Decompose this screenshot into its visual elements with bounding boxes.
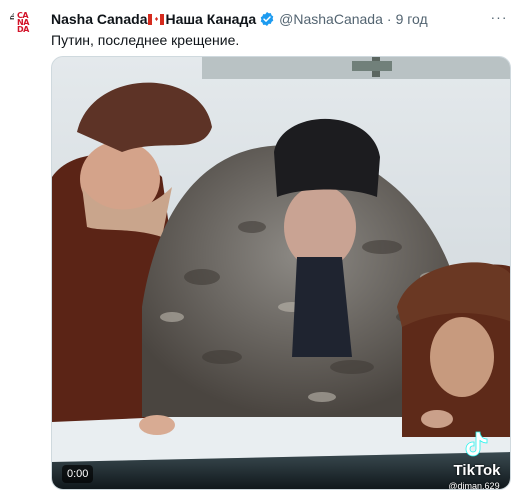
display-name-ru[interactable]: Наша Канада xyxy=(165,11,256,27)
handle[interactable]: @NashaCanada xyxy=(279,11,383,27)
tiktok-username: @diman.629 xyxy=(448,481,500,490)
timestamp-link[interactable]: 9 год xyxy=(396,11,428,27)
video-timestamp: 0:00 xyxy=(62,465,94,483)
video-player[interactable]: 0:00 TikTok @diman.629 xyxy=(51,56,511,490)
verified-badge-icon xyxy=(260,12,274,26)
tiktok-brand: TikTok xyxy=(453,462,501,479)
tiktok-logo-icon xyxy=(465,431,488,457)
tweet-text: Путин, последнее крещение. xyxy=(51,32,240,48)
avatar-logo: nasha CA NA DA xyxy=(8,10,37,38)
tiktok-watermark: TikTok @diman.629 xyxy=(446,429,508,489)
avatar-logo-small-text: nasha xyxy=(8,10,16,20)
more-icon: ··· xyxy=(490,9,508,25)
tweet[interactable]: nasha CA NA DA Nasha Canada ♦ Наша Канад… xyxy=(0,0,517,500)
avatar-logo-line: DA xyxy=(17,25,29,34)
avatar[interactable]: nasha CA NA DA xyxy=(8,10,38,40)
video-frame xyxy=(52,57,510,489)
avatar-logo-big-text: CA NA DA xyxy=(17,12,29,34)
more-options-button[interactable]: ··· xyxy=(488,6,510,28)
canada-flag-icon: ♦ xyxy=(148,13,165,25)
tweet-header: Nasha Canada ♦ Наша Канада @NashaCanada … xyxy=(51,10,428,28)
display-name-en[interactable]: Nasha Canada xyxy=(51,11,147,27)
separator-dot: · xyxy=(386,11,392,27)
